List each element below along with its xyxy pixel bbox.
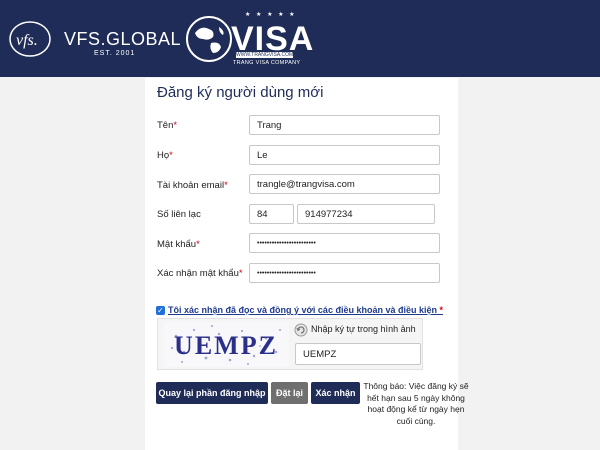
email-input[interactable]: trangle@trangvisa.com xyxy=(249,174,440,194)
globe-icon xyxy=(186,16,232,62)
partner-url: WWW.TRANGVISA.COM xyxy=(236,52,293,58)
expiry-notice: Thông báo: Việc đăng ký sẽ hết hạn sau 5… xyxy=(363,381,469,426)
confirm-password-label: Xác nhận mật khẩu* xyxy=(157,268,243,279)
vfs-script-logo-icon: vfs. xyxy=(9,21,51,57)
terms-checkbox[interactable]: ✓ xyxy=(156,306,165,315)
phone-country-code-input[interactable]: 84 xyxy=(249,204,294,224)
phone-label: Số liên lạc xyxy=(157,209,201,220)
partner-company: TRANG VISA COMPANY xyxy=(233,60,301,66)
password-input[interactable]: •••••••••••••••••••••••• xyxy=(249,233,440,253)
refresh-icon[interactable] xyxy=(294,323,308,337)
reset-button[interactable]: Đặt lại xyxy=(271,382,308,404)
first-name-label: Tên* xyxy=(157,120,178,131)
svg-text:vfs.: vfs. xyxy=(16,32,38,49)
brand-name: VFS.GLOBAL xyxy=(64,29,182,49)
phone-number-input[interactable]: 914977234 xyxy=(297,204,435,224)
brand-est: EST. 2001 xyxy=(94,50,136,57)
captcha-image: UEMPZ xyxy=(164,322,289,367)
last-name-input[interactable]: Le xyxy=(249,145,440,165)
site-header: vfs. VFS.GLOBAL EST. 2001 ★ ★ ★ ★ ★ VISA… xyxy=(0,0,600,77)
stars-decoration: ★ ★ ★ ★ ★ xyxy=(245,12,297,18)
email-label: Tài khoản email* xyxy=(157,180,228,191)
back-to-login-button[interactable]: Quay lại phần đăng nhập xyxy=(156,382,268,404)
confirm-button[interactable]: Xác nhận xyxy=(311,382,360,404)
last-name-label: Họ* xyxy=(157,150,173,161)
confirm-password-input[interactable]: •••••••••••••••••••••••• xyxy=(249,263,440,283)
captcha-image-text: UEMPZ xyxy=(174,331,278,360)
password-label: Mật khẩu* xyxy=(157,239,200,250)
first-name-input[interactable]: Trang xyxy=(249,115,440,135)
page-title: Đăng ký người dùng mới xyxy=(157,84,324,101)
captcha-prompt: Nhập ký tự trong hình ảnh xyxy=(311,324,416,334)
captcha-input[interactable]: UEMPZ xyxy=(295,343,421,365)
terms-link[interactable]: Tôi xác nhận đã đọc và đồng ý với các đi… xyxy=(168,305,443,315)
